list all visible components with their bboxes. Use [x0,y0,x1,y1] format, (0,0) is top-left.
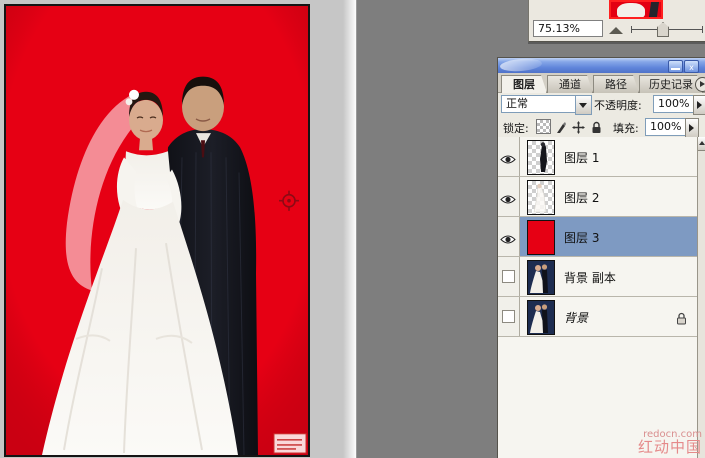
photoshop-workspace: 75.13% x 图层 通道 路径 历史记录 正常 不透明度: 100% 锁定:… [0,0,705,458]
blend-mode-dropdown-button[interactable] [575,95,592,115]
fill-input[interactable]: 100% [645,118,689,136]
visibility-cell[interactable] [498,177,520,216]
chevron-down-icon [579,103,587,108]
tab-channels[interactable]: 通道 [547,75,593,93]
document-canvas[interactable] [4,4,310,457]
site-watermark: redocn.com 红动中国 [637,429,702,457]
visibility-cell[interactable] [498,257,520,296]
layer-thumbnail[interactable] [527,300,555,335]
visibility-cell[interactable] [498,137,520,176]
panel-titlebar[interactable]: x [498,58,705,73]
chevron-right-icon [697,101,702,109]
lock-position-move-icon[interactable] [572,119,585,134]
panel-tab-bar: 图层 通道 路径 历史记录 [498,73,705,93]
layer-thumbnail[interactable] [527,180,555,215]
visibility-checkbox-empty[interactable] [502,310,515,323]
zoom-percent-input[interactable]: 75.13% [533,20,603,37]
minimize-button[interactable] [668,60,683,73]
slider-tick [631,26,632,33]
fill-label: 填充: [613,122,639,135]
visibility-checkbox-empty[interactable] [502,270,515,283]
zoom-slider-thumb[interactable] [657,22,669,37]
lock-image-brush-icon[interactable] [554,119,567,133]
navigator-panel: 75.13% [528,0,705,42]
layer-name: 背景 [564,311,589,325]
eye-icon[interactable] [500,190,516,204]
close-button[interactable]: x [684,60,699,73]
layer-name: 图层 1 [564,151,600,165]
layer-thumbnail[interactable] [527,220,555,255]
slider-tick [702,26,703,33]
layers-scrollbar[interactable] [697,137,705,458]
blend-mode-row: 正常 不透明度: 100% [498,92,705,115]
layer-name: 图层 2 [564,191,600,205]
layer-row-layer2[interactable]: 图层 2 [498,177,698,217]
wedding-photo [6,6,308,455]
eye-icon[interactable] [500,230,516,244]
layer-row-background-copy[interactable]: 背景 副本 [498,257,698,297]
zoom-slider[interactable] [631,22,703,37]
scroll-up-icon[interactable] [698,137,705,151]
visibility-cell[interactable] [498,297,520,336]
eye-icon[interactable] [500,150,516,164]
opacity-slider-button[interactable] [693,95,705,115]
lock-label: 锁定: [503,122,529,135]
lock-transparency-icon[interactable] [536,119,551,134]
layer-lock-icon [676,310,687,325]
layer-thumbnail[interactable] [527,260,555,295]
panel-menu-icon[interactable] [695,77,705,92]
photo-stamp-watermark [273,433,307,454]
zoom-out-icon[interactable] [609,27,623,34]
layer-row-background[interactable]: 背景 [498,297,698,337]
watermark-name: 红动中国 [637,438,702,457]
tab-paths[interactable]: 路径 [593,75,639,93]
opacity-input[interactable]: 100% [653,95,697,113]
navigator-preview-thumbnail[interactable] [609,0,663,19]
lock-row: 锁定: 填充: 100% [498,115,705,138]
layer-thumbnail[interactable] [527,140,555,175]
tab-layers[interactable]: 图层 [501,75,547,93]
layers-list: 图层 1 图层 2 图层 3 背景 副本 背景 [498,137,705,458]
layer-row-layer1[interactable]: 图层 1 [498,137,698,177]
document-window [0,0,357,458]
chevron-right-icon [689,124,694,132]
minimize-icon [671,68,680,70]
tab-history[interactable]: 历史记录 [639,75,703,93]
layers-panel: x 图层 通道 路径 历史记录 正常 不透明度: 100% 锁定: 填充: 10… [497,57,705,458]
lock-all-padlock-icon[interactable] [590,119,603,133]
visibility-cell[interactable] [498,217,520,256]
blend-mode-select[interactable]: 正常 [501,95,579,113]
close-icon: x [689,63,694,72]
layer-name: 图层 3 [564,231,600,245]
layer-name: 背景 副本 [564,271,616,285]
fill-slider-button[interactable] [685,118,699,138]
opacity-label: 不透明度: [594,99,642,112]
layer-row-layer3-selected[interactable]: 图层 3 [498,217,698,257]
